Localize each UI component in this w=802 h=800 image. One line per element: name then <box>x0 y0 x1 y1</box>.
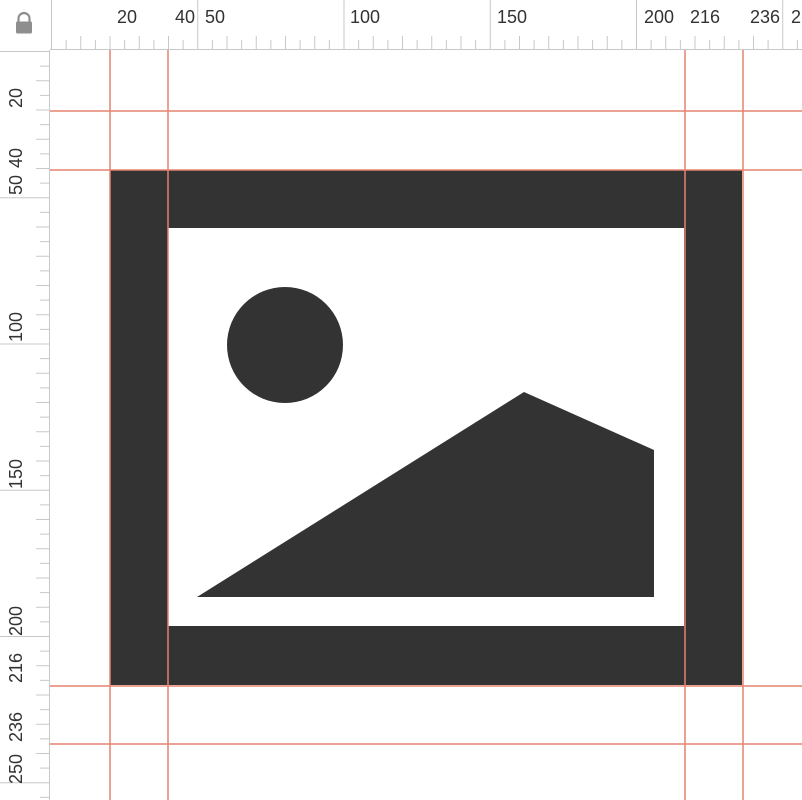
top-ruler-label-200: 200 <box>644 7 674 27</box>
left-ruler-label-40: 40 <box>6 148 26 168</box>
top-ruler-label-236: 236 <box>750 7 780 27</box>
top-ruler-label-50: 50 <box>205 7 225 27</box>
left-ruler-label-250: 250 <box>6 754 26 784</box>
top-ruler: 20 40 50 100 150 200 216 236 2 <box>0 0 802 50</box>
top-ruler-label-216: 216 <box>690 7 720 27</box>
frame-shape <box>110 170 742 685</box>
ruler-corner <box>0 0 50 50</box>
left-ruler-label-20: 20 <box>6 88 26 108</box>
top-ruler-label-40: 40 <box>175 7 195 27</box>
mountain-shape <box>197 392 654 597</box>
left-ruler-label-216: 216 <box>6 653 26 683</box>
left-ruler-label-150: 150 <box>6 459 26 489</box>
top-ruler-label-100: 100 <box>350 7 380 27</box>
left-ruler-label-100: 100 <box>6 312 26 342</box>
top-ruler-label-150: 150 <box>497 7 527 27</box>
image-icon[interactable] <box>110 170 742 685</box>
left-ruler-label-50: 50 <box>6 175 26 195</box>
top-ruler-label-20: 20 <box>117 7 137 27</box>
sun-shape <box>227 287 343 403</box>
top-ruler-label-250: 2 <box>791 7 801 27</box>
artboard-canvas: 20 40 50 100 150 200 216 236 2 20 40 50 … <box>0 0 802 800</box>
left-ruler: 20 40 50 100 150 200 216 236 250 <box>0 0 50 800</box>
left-ruler-label-200: 200 <box>6 606 26 636</box>
left-ruler-label-236: 236 <box>6 712 26 742</box>
